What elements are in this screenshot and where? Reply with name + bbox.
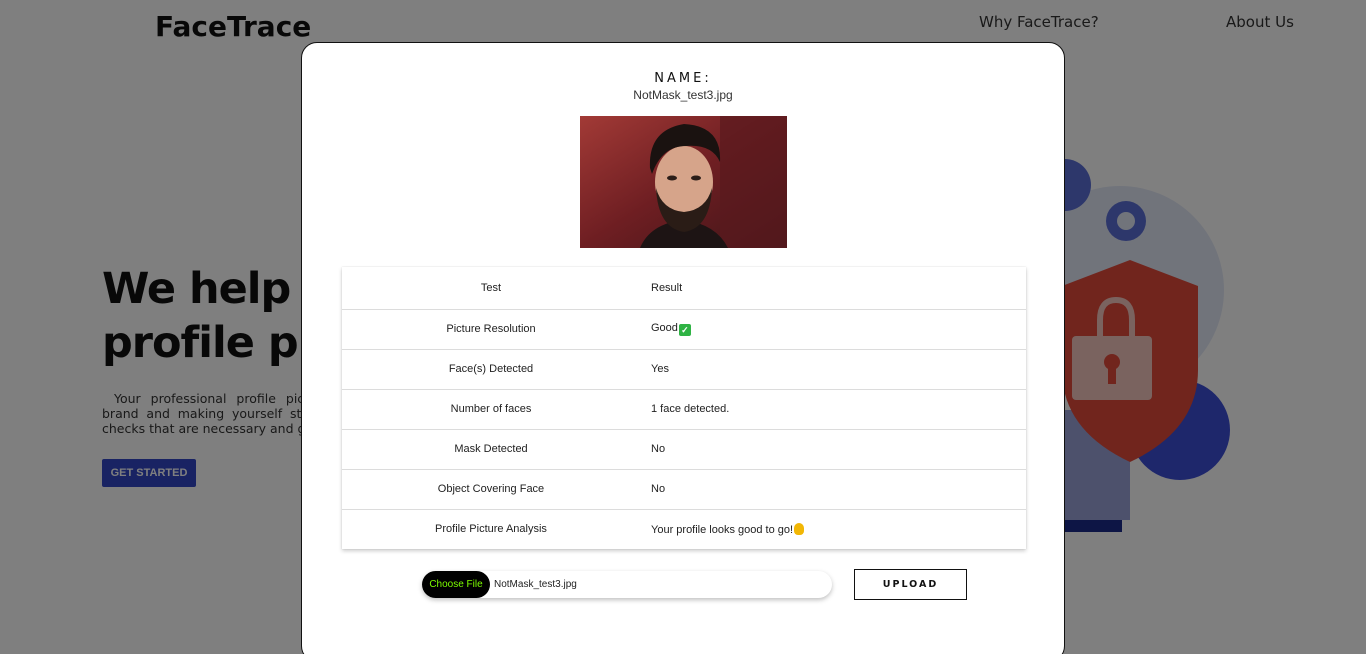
test-result: Good ✓: [640, 309, 1026, 349]
file-input[interactable]: Choose File NotMask_test3.jpg: [422, 571, 832, 598]
results-table: Test Result Picture Resolution Good ✓ Fac…: [342, 267, 1026, 549]
result-modal: NAME: NotMask_test3.jpg Test Result Pict…: [301, 42, 1065, 654]
test-name: Face(s) Detected: [448, 363, 534, 375]
chosen-file-name: NotMask_test3.jpg: [494, 579, 577, 590]
test-result: No: [651, 443, 666, 455]
table-row: Face(s) Detected Yes: [342, 349, 1026, 389]
table-row: Mask Detected No: [342, 429, 1026, 469]
test-result: Your profile looks good to go!: [640, 509, 1026, 549]
test-result: No: [651, 483, 666, 495]
result-text: Your profile looks good to go!: [651, 523, 794, 536]
test-name: Number of faces: [450, 403, 532, 415]
upload-button[interactable]: UPLOAD: [854, 569, 967, 600]
table-header-row: Test Result: [342, 267, 1026, 309]
check-mark-icon: ✓: [678, 324, 691, 336]
test-result: Yes: [651, 363, 669, 375]
header-result: Result: [651, 281, 683, 294]
test-result: 1 face detected.: [651, 403, 730, 415]
result-text: Good: [651, 322, 678, 334]
test-name: Mask Detected: [454, 443, 528, 455]
test-name: Profile Picture Analysis: [435, 523, 547, 536]
test-name: Picture Resolution: [446, 323, 536, 335]
table-row: Picture Resolution Good ✓: [342, 309, 1026, 349]
choose-file-button[interactable]: Choose File: [422, 571, 490, 598]
table-row: Profile Picture Analysis Your profile lo…: [342, 509, 1026, 549]
name-label: NAME:: [654, 71, 712, 86]
table-row: Object Covering Face No: [342, 469, 1026, 509]
table-row: Number of faces 1 face detected.: [342, 389, 1026, 429]
ok-hand-icon: [794, 522, 805, 535]
image-file-name: NotMask_test3.jpg: [633, 88, 733, 102]
test-name: Object Covering Face: [437, 483, 545, 495]
header-test: Test: [480, 281, 502, 294]
uploaded-photo: [580, 116, 787, 248]
